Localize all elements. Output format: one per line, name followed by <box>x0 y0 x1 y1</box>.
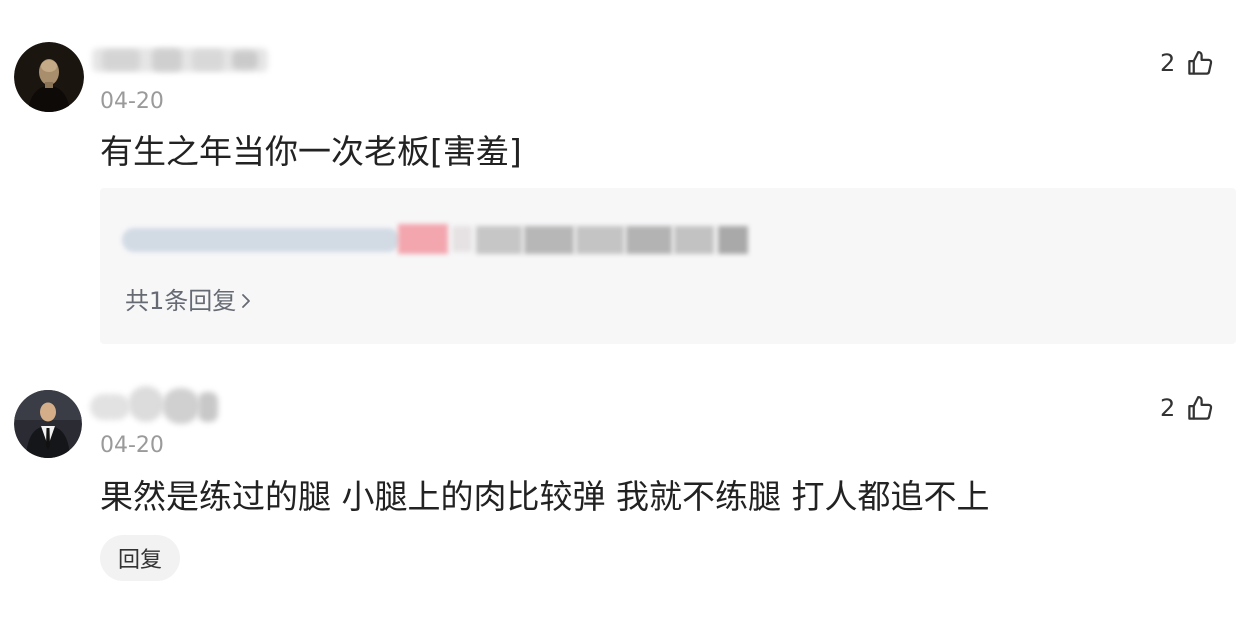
blur-block <box>452 226 472 252</box>
comment-text: 果然是练过的腿 小腿上的肉比较弹 我就不练腿 打人都追不上 <box>100 477 990 516</box>
comment-date: 04-20 <box>100 433 164 458</box>
view-replies-link[interactable]: 共1条回复 <box>125 286 254 316</box>
blur-block <box>192 50 224 70</box>
comment-item: 04-20 2 果然是练过的腿 小腿上的肉比较弹 我就不练腿 打人都追不上 回复 <box>0 370 1260 610</box>
reply-preview-box[interactable]: 共1条回复 <box>100 188 1236 344</box>
user-avatar[interactable] <box>14 42 84 112</box>
reply-summary-label: 共1条回复 <box>125 287 237 315</box>
blur-block <box>718 226 748 254</box>
reply-content-blurred <box>122 222 752 256</box>
thumbs-up-icon[interactable] <box>1185 393 1215 423</box>
like-button[interactable]: 2 <box>1160 45 1215 81</box>
blur-block <box>198 392 218 422</box>
like-count: 2 <box>1160 394 1176 422</box>
comment-text: 有生之年当你一次老板[害羞] <box>100 132 522 171</box>
like-count: 2 <box>1160 49 1176 77</box>
blur-block <box>128 386 164 422</box>
chevron-right-icon <box>242 294 251 308</box>
blur-block <box>476 226 522 254</box>
blur-block <box>90 394 130 420</box>
username-blurred[interactable] <box>92 44 268 76</box>
blur-block <box>674 226 714 254</box>
blur-block <box>122 228 400 252</box>
thumbs-up-icon[interactable] <box>1185 48 1215 78</box>
avatar-image <box>14 390 82 458</box>
blur-block <box>152 49 182 71</box>
avatar-image <box>14 42 84 112</box>
blur-block <box>232 51 258 69</box>
blur-block <box>398 224 448 254</box>
comment-date: 04-20 <box>100 89 164 114</box>
comment-item: 04-20 2 有生之年当你一次老板[害羞] 共1条回复 <box>0 0 1260 350</box>
user-avatar[interactable] <box>14 390 82 458</box>
like-button[interactable]: 2 <box>1160 390 1215 426</box>
blur-block <box>626 226 672 254</box>
username-blurred[interactable] <box>90 382 220 426</box>
reply-button[interactable]: 回复 <box>100 535 180 581</box>
blur-block <box>576 226 624 254</box>
blur-block <box>524 226 574 254</box>
blur-block <box>102 50 140 70</box>
blur-block <box>162 388 200 424</box>
